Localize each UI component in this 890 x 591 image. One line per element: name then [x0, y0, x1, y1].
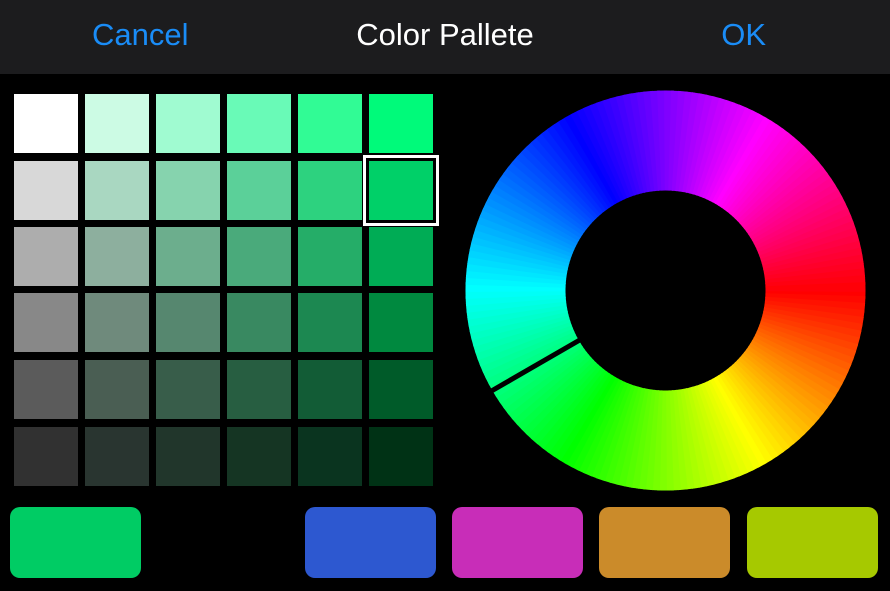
color-cell[interactable] — [156, 94, 220, 153]
color-cell[interactable] — [156, 293, 220, 352]
color-cell[interactable] — [14, 161, 78, 220]
ok-button[interactable]: OK — [721, 0, 766, 74]
color-cell[interactable] — [156, 427, 220, 486]
color-cell[interactable] — [369, 293, 433, 352]
color-cell[interactable] — [369, 94, 433, 153]
color-cell[interactable] — [227, 293, 291, 352]
hue-color-wheel[interactable] — [465, 90, 866, 491]
color-cell[interactable] — [14, 360, 78, 419]
color-cell[interactable] — [85, 427, 149, 486]
swatch-blue[interactable] — [305, 507, 436, 578]
color-cell[interactable] — [298, 293, 362, 352]
color-cell[interactable] — [85, 161, 149, 220]
color-cell[interactable] — [369, 360, 433, 419]
color-cell[interactable] — [85, 293, 149, 352]
color-cell[interactable] — [363, 155, 439, 226]
color-cell[interactable] — [227, 94, 291, 153]
color-cell[interactable] — [298, 427, 362, 486]
color-cell[interactable] — [85, 360, 149, 419]
color-cell[interactable] — [14, 94, 78, 153]
top-bar: Color Pallete Cancel OK — [0, 0, 890, 74]
color-cell[interactable] — [85, 227, 149, 286]
color-cell[interactable] — [227, 227, 291, 286]
color-cell[interactable] — [227, 161, 291, 220]
color-cell[interactable] — [156, 161, 220, 220]
color-cell[interactable] — [14, 427, 78, 486]
color-cell[interactable] — [369, 427, 433, 486]
color-cell[interactable] — [369, 227, 433, 286]
cancel-button[interactable]: Cancel — [92, 0, 189, 74]
swatch-green[interactable] — [10, 507, 141, 578]
color-cell[interactable] — [298, 360, 362, 419]
color-cell[interactable] — [298, 161, 362, 220]
color-cell[interactable] — [156, 227, 220, 286]
swatch-orange[interactable] — [599, 507, 730, 578]
color-cell[interactable] — [156, 360, 220, 419]
color-cell[interactable] — [227, 427, 291, 486]
swatch-lime[interactable] — [747, 507, 878, 578]
color-cell[interactable] — [227, 360, 291, 419]
color-cell[interactable] — [298, 94, 362, 153]
color-cell[interactable] — [85, 94, 149, 153]
swatch-empty[interactable] — [157, 507, 288, 578]
color-cell[interactable] — [14, 293, 78, 352]
color-cell[interactable] — [298, 227, 362, 286]
color-cell[interactable] — [14, 227, 78, 286]
swatch-magenta[interactable] — [452, 507, 583, 578]
